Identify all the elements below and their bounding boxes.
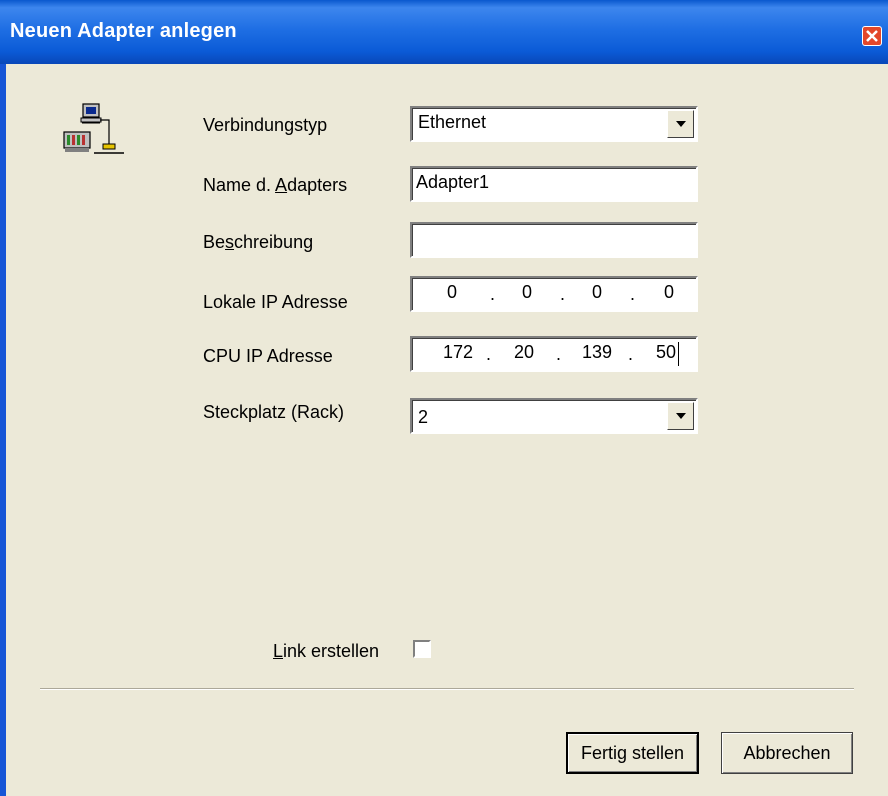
close-icon [866, 30, 878, 42]
link-checkbox[interactable] [413, 640, 431, 658]
local-ip-octet-3: 0 [592, 282, 603, 302]
local-ip-input[interactable]: 0 . 0 . 0 . 0 [410, 276, 698, 312]
local-ip-dot-3: . [630, 284, 636, 304]
cpu-ip-dot-2: . [556, 344, 562, 364]
connection-type-value: Ethernet [418, 112, 487, 132]
connection-type-label: Verbindungstyp [203, 115, 328, 135]
finish-button[interactable]: Fertig stellen [566, 732, 699, 774]
connection-type-select[interactable]: Ethernet [410, 106, 698, 142]
slot-select[interactable]: 2 [410, 398, 698, 434]
slot-value: 2 [418, 407, 429, 427]
description-label: Beschreibung [203, 232, 314, 252]
adapter-name-input[interactable]: Adapter1 [410, 166, 698, 202]
slot-label: Steckplatz (Rack) [203, 402, 345, 422]
text-cursor [678, 342, 679, 366]
local-ip-dot-1: . [490, 284, 496, 304]
link-label: Link erstellen [273, 641, 380, 661]
chevron-down-icon [676, 121, 686, 127]
adapter-name-label: Name d. Adapters [203, 175, 348, 195]
cpu-ip-dot-3: . [628, 344, 634, 364]
local-ip-octet-1: 0 [447, 282, 458, 302]
chevron-down-icon [676, 413, 686, 419]
cpu-ip-octet-2: 20 [514, 342, 535, 362]
local-ip-octet-4: 0 [664, 282, 675, 302]
local-ip-label: Lokale IP Adresse [203, 292, 348, 312]
dialog-window: Neuen Adapter anlegen Verbindungstyp Eth… [0, 0, 888, 796]
cpu-ip-octet-3: 139 [582, 342, 613, 362]
network-adapter-icon [63, 103, 124, 154]
separator [40, 688, 854, 690]
cpu-ip-octet-4: 50 [656, 342, 677, 362]
local-ip-octet-2: 0 [522, 282, 533, 302]
window-title: Neuen Adapter anlegen [10, 20, 237, 42]
cpu-ip-dot-1: . [486, 344, 492, 364]
title-bar[interactable]: Neuen Adapter anlegen [0, 0, 888, 64]
description-input[interactable] [410, 222, 698, 258]
cpu-ip-label: CPU IP Adresse [203, 346, 333, 366]
window-border [0, 64, 6, 796]
cancel-button[interactable]: Abbrechen [721, 732, 853, 774]
cpu-ip-octet-1: 172 [443, 342, 474, 362]
local-ip-dot-2: . [560, 284, 566, 304]
adapter-name-value: Adapter1 [416, 172, 490, 192]
connection-type-dropdown-button[interactable] [667, 110, 694, 138]
slot-dropdown-button[interactable] [667, 402, 694, 430]
close-button[interactable] [862, 26, 882, 46]
cpu-ip-input[interactable]: 172 . 20 . 139 . 50 [410, 336, 698, 372]
